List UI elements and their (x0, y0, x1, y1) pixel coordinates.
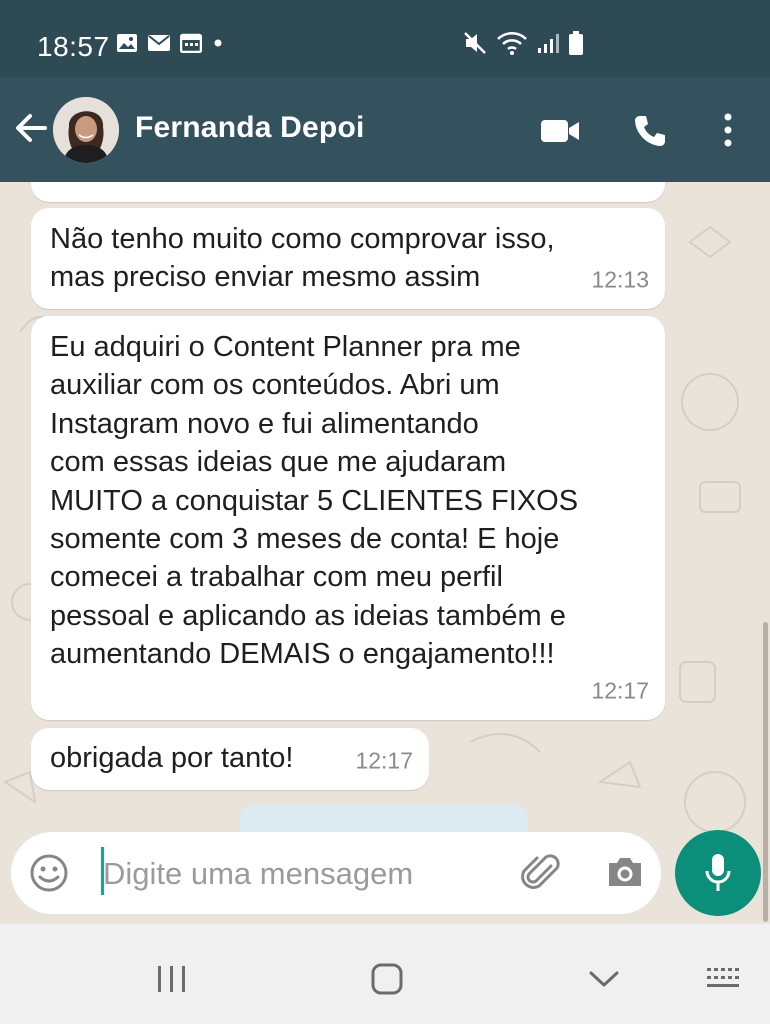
message-composer[interactable]: Digite uma mensagem (11, 832, 661, 914)
mail-icon (148, 35, 170, 51)
mute-icon (464, 32, 486, 54)
message-bubble[interactable]: Não tenho muito como comprovar isso, mas… (31, 208, 665, 309)
contact-name[interactable]: Fernanda Depoi (135, 111, 365, 145)
partial-message-bubble (240, 804, 528, 834)
message-time: 12:17 (355, 747, 413, 774)
chat-header: Fernanda Depoi (0, 78, 770, 182)
image-icon (117, 34, 137, 52)
keyboard-icon[interactable] (706, 966, 744, 992)
chat-area[interactable]: 12:13 Não tenho muito como comprovar iss… (0, 182, 770, 924)
system-navigation-bar (0, 924, 770, 1024)
phone-icon[interactable] (632, 113, 668, 149)
message-text: obrigada por tanto! (50, 742, 294, 774)
message-input[interactable]: Digite uma mensagem (103, 856, 413, 892)
more-options-icon[interactable] (720, 112, 736, 148)
message-bubble[interactable]: 12:13 (31, 182, 665, 202)
message-time: 12:13 (591, 266, 649, 293)
wifi-icon (497, 32, 527, 55)
message-text: Eu adquiri o Content Planner pra me auxi… (50, 331, 579, 671)
status-notification-icons (116, 33, 225, 53)
battery-icon (569, 31, 583, 55)
message-bubble[interactable]: obrigada por tanto! 12:17 (31, 728, 429, 790)
camera-icon[interactable] (605, 854, 645, 890)
video-call-icon[interactable] (540, 118, 580, 144)
dot-icon (214, 39, 222, 47)
status-bar: 18:57 (0, 0, 770, 78)
message-time: 12:13 (591, 182, 649, 192)
avatar[interactable] (53, 97, 119, 163)
signal-icon (538, 34, 559, 53)
status-system-icons (462, 30, 584, 56)
recent-apps-icon[interactable] (155, 964, 189, 994)
status-time: 18:57 (37, 31, 110, 62)
voice-message-button[interactable] (675, 830, 761, 916)
scrollbar[interactable] (763, 622, 768, 922)
mic-icon (705, 854, 731, 891)
message-text: Não tenho muito como comprovar isso, mas… (50, 223, 555, 294)
message-time: 12:17 (591, 677, 649, 704)
attach-icon[interactable] (521, 852, 563, 894)
emoji-icon[interactable] (29, 853, 69, 893)
back-icon[interactable] (588, 968, 620, 990)
message-bubble[interactable]: Eu adquiri o Content Planner pra me auxi… (31, 316, 665, 720)
calendar-icon (180, 33, 202, 53)
home-icon[interactable] (370, 962, 404, 996)
back-arrow-icon[interactable] (12, 108, 50, 148)
